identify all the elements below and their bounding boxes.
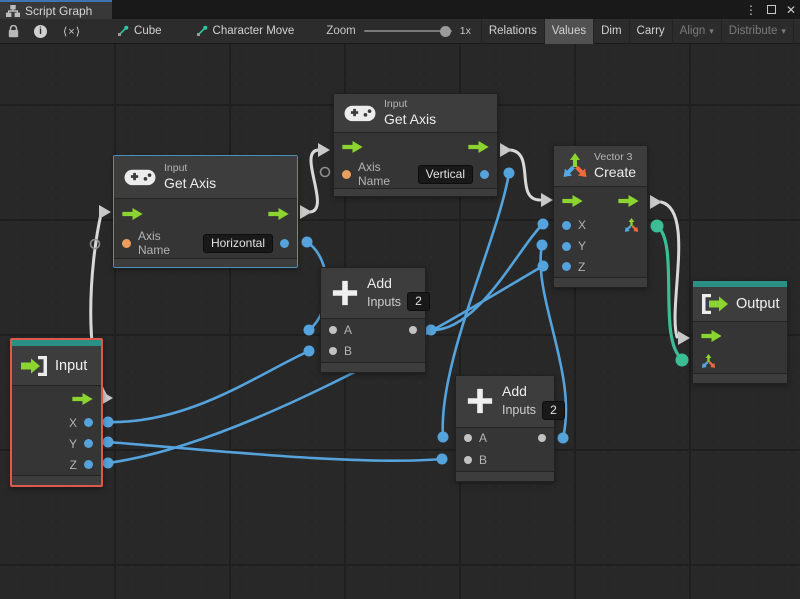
param-label: Axis Name xyxy=(358,160,411,188)
inputs-count-field[interactable]: 2 xyxy=(542,401,565,420)
flow-in-arrow-icon[interactable] xyxy=(701,330,722,342)
flow-out-arrow-icon[interactable] xyxy=(468,141,489,153)
node-category: Input xyxy=(164,162,216,175)
node-title: Add xyxy=(367,275,430,292)
tab-title: Script Graph xyxy=(25,4,92,18)
toggle-relations[interactable]: Relations xyxy=(481,19,544,44)
code-view-button[interactable]: ⟨×⟩ xyxy=(55,19,89,44)
result-port[interactable] xyxy=(280,239,289,248)
node-title: Input xyxy=(55,358,87,374)
flow-in-arrow-icon[interactable] xyxy=(122,208,143,220)
zoom-control: Zoom 1x xyxy=(326,25,471,37)
toggle-distribute[interactable]: Distribute ▾ xyxy=(721,19,793,44)
gamepad-icon xyxy=(344,103,376,123)
flow-in-arrow-icon[interactable] xyxy=(562,195,583,207)
plus-icon xyxy=(331,279,359,307)
vector3-output-port[interactable] xyxy=(624,218,639,233)
input-node-icon xyxy=(20,355,48,377)
info-button[interactable]: i xyxy=(26,19,55,44)
sum-output-port[interactable] xyxy=(538,434,546,442)
graph-node-icon xyxy=(117,25,129,37)
node-graph-input[interactable]: Input X Y Z xyxy=(10,338,103,487)
plus-icon xyxy=(466,387,494,415)
node-title: Output xyxy=(736,296,780,312)
input-a-port[interactable] xyxy=(464,434,472,442)
input-b-port[interactable] xyxy=(329,347,337,355)
inputs-label: Inputs xyxy=(367,295,401,309)
z-port[interactable] xyxy=(562,262,571,271)
output-node-icon xyxy=(701,293,729,315)
gamepad-icon xyxy=(124,167,156,187)
breadcrumb-label: Cube xyxy=(134,25,162,37)
inputs-label: Inputs xyxy=(502,403,536,417)
z-output-port[interactable] xyxy=(84,460,93,469)
inputs-count-field[interactable]: 2 xyxy=(407,292,430,311)
toggle-overview[interactable]: Overv xyxy=(793,19,800,44)
wire-inputX-to-add1-b xyxy=(108,351,309,422)
node-add-1[interactable]: Add Inputs 2 A B xyxy=(320,267,426,373)
x-output-port[interactable] xyxy=(84,418,93,427)
graph-canvas[interactable]: Input Get Axis Axis Name Vertical Input … xyxy=(0,44,800,599)
toggle-values[interactable]: Values xyxy=(544,19,593,44)
vector3-input-port[interactable] xyxy=(701,354,716,369)
vector3-icon xyxy=(562,153,588,179)
zoom-slider[interactable] xyxy=(364,30,452,32)
input-a-port[interactable] xyxy=(329,326,337,334)
node-get-axis-vertical[interactable]: Input Get Axis Axis Name Vertical xyxy=(333,93,498,197)
chevron-down-icon: ▾ xyxy=(781,26,786,37)
toggle-carry[interactable]: Carry xyxy=(629,19,672,44)
result-port[interactable] xyxy=(480,170,489,179)
flow-wire-horizontal-to-vertical xyxy=(310,150,319,212)
tab-script-graph[interactable]: Script Graph xyxy=(0,0,112,19)
zoom-value: 1x xyxy=(460,25,471,37)
graph-toolbar: i ⟨×⟩ Cube Character Move Zoom 1x Relati… xyxy=(0,19,800,44)
y-port[interactable] xyxy=(562,242,571,251)
y-output-port[interactable] xyxy=(84,439,93,448)
axis-name-port[interactable] xyxy=(342,170,351,179)
breadcrumb-character-move[interactable]: Character Move xyxy=(186,19,305,44)
node-title: Get Axis xyxy=(164,175,216,192)
node-category: Input xyxy=(384,98,436,111)
axis-name-port[interactable] xyxy=(122,239,131,248)
graph-node-icon xyxy=(196,25,208,37)
node-title: Add xyxy=(502,383,565,400)
breadcrumb-cube[interactable]: Cube xyxy=(107,19,172,44)
window-controls: ⋮ ✕ xyxy=(745,0,796,19)
lock-button[interactable] xyxy=(0,19,26,44)
zoom-slider-handle[interactable] xyxy=(440,26,451,37)
axis-name-field[interactable]: Vertical xyxy=(418,165,473,184)
node-title: Create xyxy=(594,164,636,181)
node-graph-output[interactable]: Output xyxy=(692,280,788,384)
breadcrumb-label: Character Move xyxy=(213,25,295,37)
node-title: Get Axis xyxy=(384,111,436,128)
node-add-2[interactable]: Add Inputs 2 A B xyxy=(455,375,555,482)
flow-out-arrow-icon[interactable] xyxy=(268,208,289,220)
node-category: Vector 3 xyxy=(594,151,636,164)
flow-wire-vertical-to-vector3 xyxy=(510,150,540,200)
info-icon: i xyxy=(34,25,47,38)
lock-icon xyxy=(8,25,19,38)
node-vector3-create[interactable]: Vector 3 Create X Y Z xyxy=(553,145,648,288)
zoom-label: Zoom xyxy=(326,25,355,37)
close-icon[interactable]: ✕ xyxy=(786,4,796,16)
chevron-down-icon: ▾ xyxy=(709,26,714,37)
node-get-axis-horizontal[interactable]: Input Get Axis Axis Name Horizontal xyxy=(113,155,298,268)
toggle-dim[interactable]: Dim xyxy=(593,19,628,44)
param-label: Axis Name xyxy=(138,229,196,257)
sum-output-port[interactable] xyxy=(409,326,417,334)
code-icon: ⟨×⟩ xyxy=(63,25,81,38)
x-port[interactable] xyxy=(562,221,571,230)
tab-strip: Script Graph ⋮ ✕ xyxy=(0,0,800,19)
script-graph-icon xyxy=(6,5,20,17)
axis-name-field[interactable]: Horizontal xyxy=(203,234,273,253)
flow-out-arrow-icon[interactable] xyxy=(72,393,93,405)
flow-in-arrow-icon[interactable] xyxy=(342,141,363,153)
menu-icon[interactable]: ⋮ xyxy=(745,4,757,16)
input-b-port[interactable] xyxy=(464,456,472,464)
toggle-align[interactable]: Align ▾ xyxy=(672,19,721,44)
maximize-icon[interactable] xyxy=(767,5,776,14)
toolbar-toggles: Relations Values Dim Carry Align ▾ Distr… xyxy=(481,19,800,44)
flow-out-arrow-icon[interactable] xyxy=(618,195,639,207)
